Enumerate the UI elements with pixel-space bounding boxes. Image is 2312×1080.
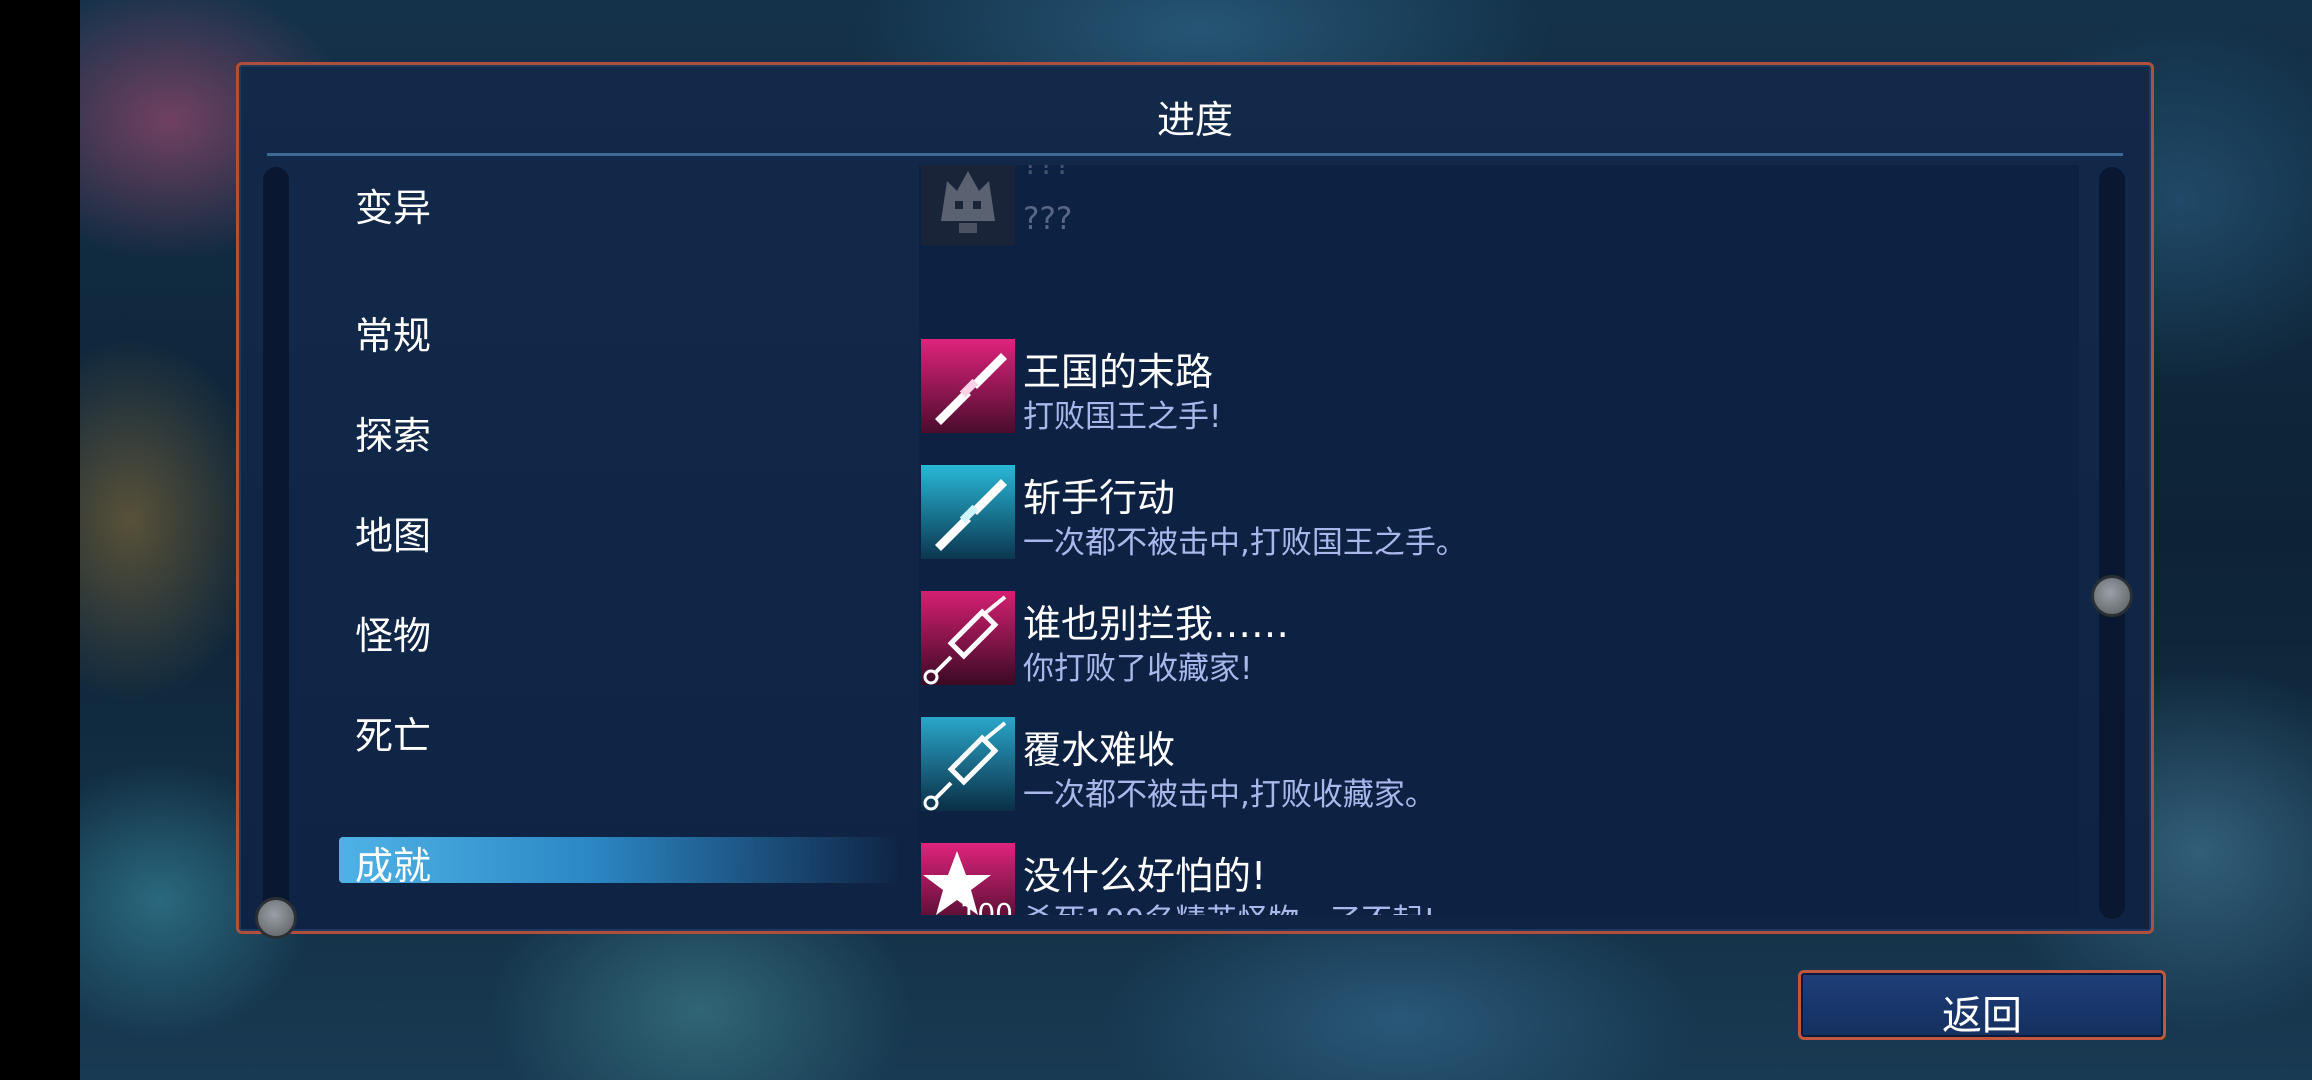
achievement-item[interactable]: 覆水难收 一次都不被击中,打败收藏家。: [919, 713, 2079, 813]
achievement-name: 王国的末路: [1023, 350, 1214, 394]
category-mutations[interactable]: 变异: [355, 177, 431, 232]
achievement-desc: ???: [1023, 201, 1073, 237]
category-map[interactable]: 地图: [355, 505, 431, 560]
achievement-list[interactable]: ??? ??? 王国的末路 打败国王之手! 斩手行动 一次都: [919, 165, 2079, 915]
category-monsters[interactable]: 怪物: [355, 605, 431, 660]
achievement-scrollbar[interactable]: [2099, 167, 2125, 919]
crossed-blade-cyan-icon: [921, 465, 1015, 559]
achievement-name: 斩手行动: [1023, 476, 1176, 520]
achievement-desc: 一次都不被击中,打败国王之手。: [1023, 525, 1467, 561]
locked-skull-icon: [921, 165, 1015, 245]
progress-panel: 进度 变异 常规 探索 地图 怪物 死亡 成就 ??? ???: [236, 62, 2154, 939]
back-button-label: 返回: [1942, 993, 2022, 1039]
achievement-name: 覆水难收: [1023, 728, 1176, 772]
achievement-name: 谁也别拦我……: [1023, 602, 1290, 646]
syringe-pink-icon: [921, 591, 1015, 685]
category-scroll-handle[interactable]: [255, 897, 297, 939]
achievement-desc: 打败国王之手!: [1023, 399, 1222, 435]
panel-title: 进度: [1156, 98, 1233, 142]
achievement-item-locked[interactable]: ??? ???: [919, 165, 2079, 265]
achievement-name: 没什么好怕的!: [1023, 854, 1267, 898]
achievement-desc: 一次都不被击中,打败收藏家。: [1023, 777, 1436, 813]
category-achievements[interactable]: 成就: [355, 835, 431, 890]
achievement-item[interactable]: 斩手行动 一次都不被击中,打败国王之手。: [919, 461, 2079, 561]
category-deaths[interactable]: 死亡: [355, 705, 431, 760]
syringe-cyan-icon: [921, 717, 1015, 811]
achievement-item[interactable]: 100 没什么好怕的! 杀死100名精英怪物。了不起!: [919, 839, 2079, 915]
achievement-name: ???: [1023, 165, 1071, 182]
achievement-scroll-handle[interactable]: [2091, 575, 2133, 617]
screen-edge-bar: [0, 0, 80, 1080]
category-scrollbar[interactable]: [263, 167, 289, 919]
achievement-badge: 100: [959, 897, 1013, 915]
crossed-blade-pink-icon: [921, 339, 1015, 433]
achievement-desc: 杀死100名精英怪物。了不起!: [1023, 895, 1436, 915]
title-divider: [267, 153, 2123, 156]
achievement-item[interactable]: 王国的末路 打败国王之手!: [919, 335, 2079, 435]
category-general[interactable]: 常规: [355, 305, 431, 360]
achievement-desc: 你打败了收藏家!: [1023, 651, 1253, 687]
category-exploration[interactable]: 探索: [355, 405, 431, 460]
achievement-item[interactable]: 谁也别拦我…… 你打败了收藏家!: [919, 587, 2079, 687]
back-button[interactable]: 返回: [1798, 970, 2166, 1040]
